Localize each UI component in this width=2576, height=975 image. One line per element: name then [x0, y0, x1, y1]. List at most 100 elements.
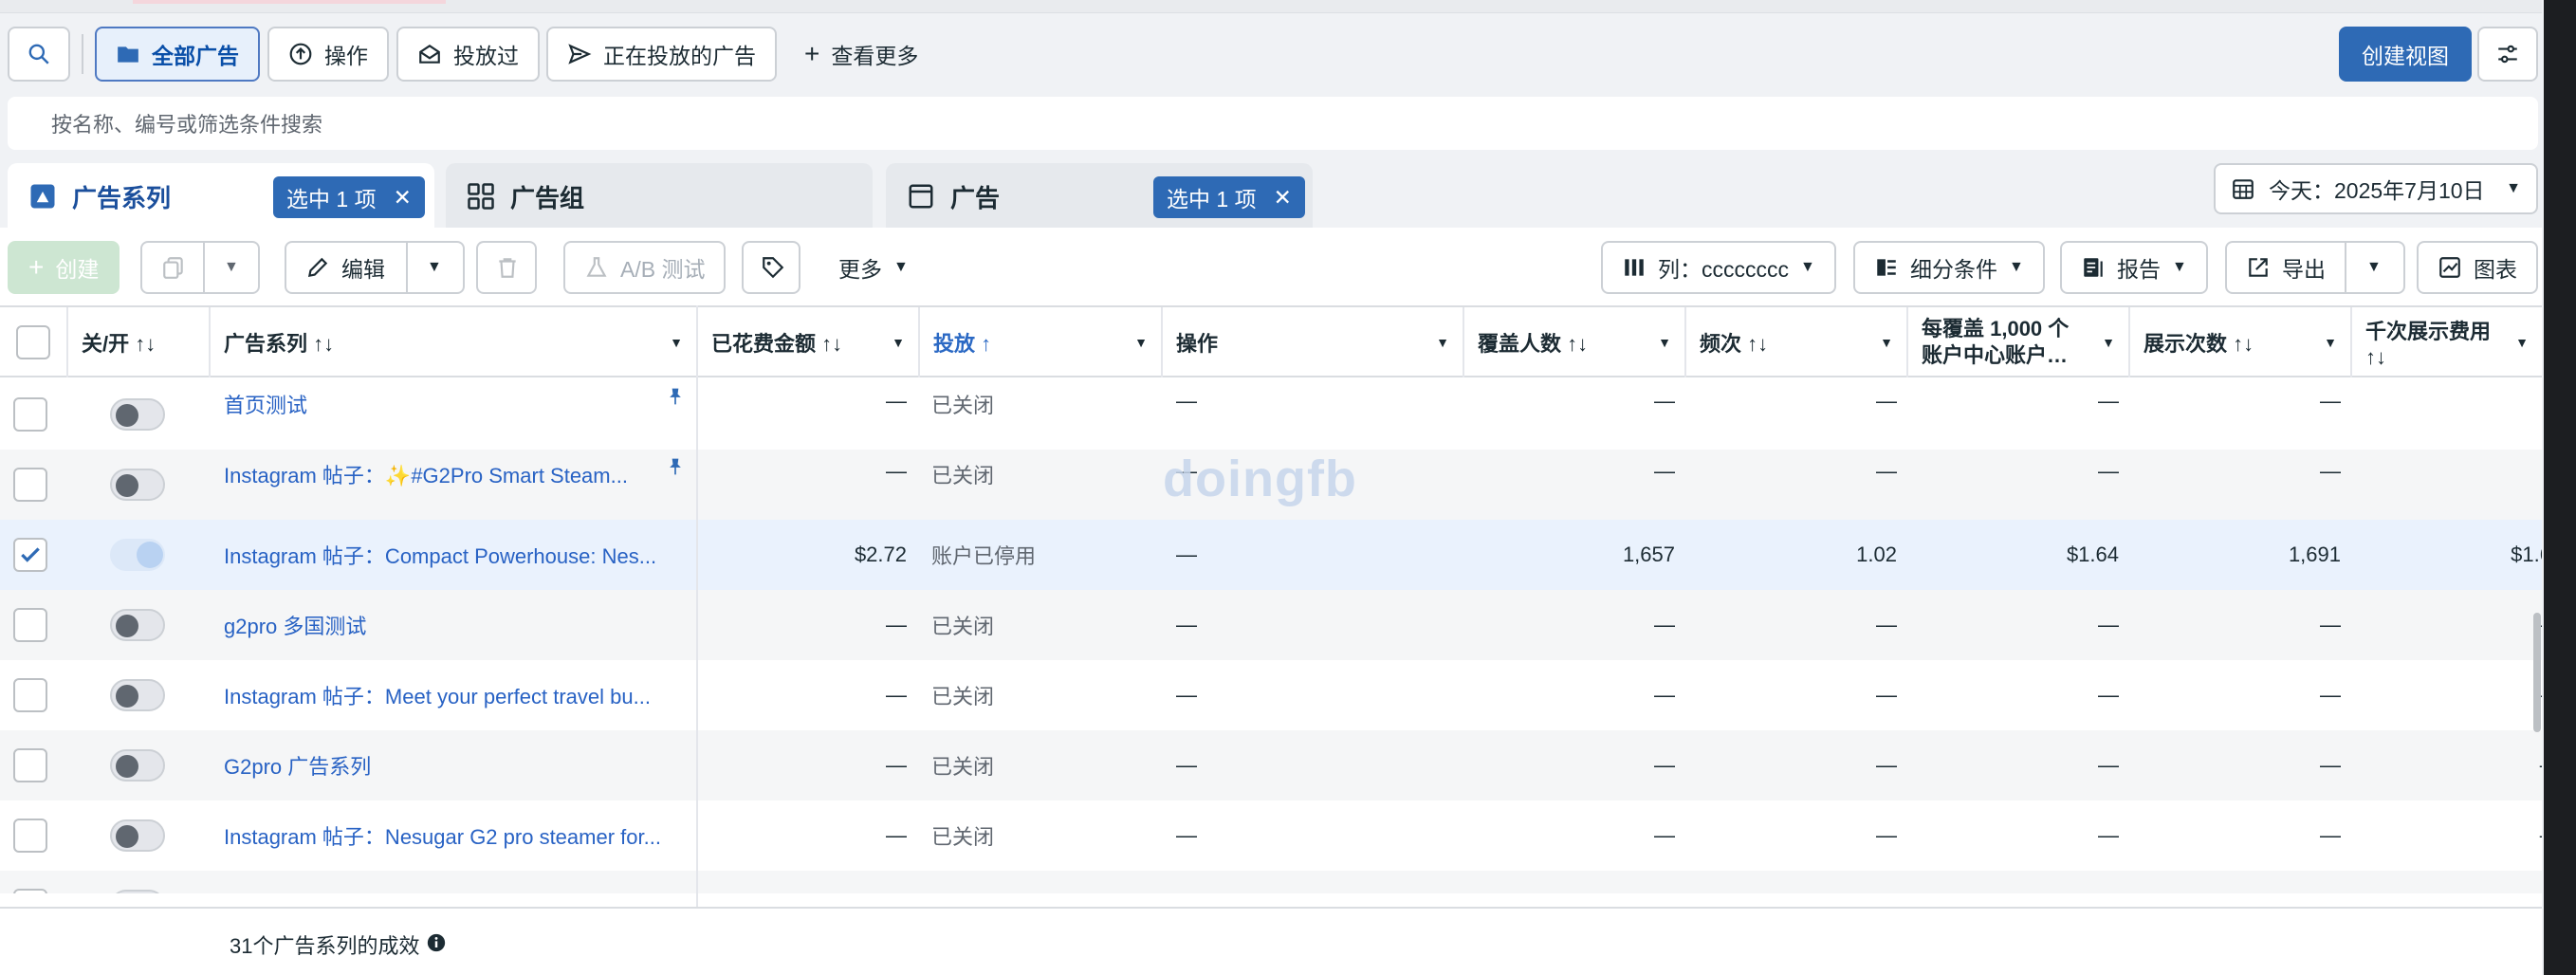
header-campaign[interactable]: 广告系列 ↑↓ ▼: [211, 307, 698, 377]
row-checkbox[interactable]: [13, 538, 47, 572]
see-more-button[interactable]: + 查看更多: [783, 27, 939, 82]
row-checkbox[interactable]: [13, 678, 47, 712]
clear-selection-icon[interactable]: ✕: [394, 185, 412, 211]
pin-icon[interactable]: [666, 450, 689, 520]
campaign-name-link[interactable]: G2pro 广告系列: [224, 730, 677, 800]
vertical-scrollbar[interactable]: [2533, 613, 2541, 732]
table-row[interactable]: Instagram 帖子：Meet your perfect travel bu…: [0, 660, 2542, 730]
row-checkbox[interactable]: [13, 608, 47, 642]
create-button[interactable]: + 创建: [8, 241, 120, 294]
export-dropdown[interactable]: ▼: [2345, 241, 2405, 294]
search-input[interactable]: 按名称、编号或筛选条件搜索: [8, 97, 2538, 150]
breakdown-button[interactable]: 细分条件 ▼: [1853, 241, 2045, 294]
toggle-knob: [116, 755, 138, 778]
tab-ads[interactable]: 广告 选中 1 项 ✕: [886, 163, 1313, 230]
reports-button[interactable]: 报告 ▼: [2060, 241, 2208, 294]
select-all-checkbox[interactable]: [16, 325, 50, 359]
create-view-button[interactable]: 创建视图: [2339, 27, 2472, 82]
table-row[interactable]: Instagram 帖子：The new Nesugar G2pro Glo..…: [0, 871, 2542, 893]
caret-down-icon[interactable]: ▼: [1436, 335, 1449, 350]
campaign-toggle[interactable]: [110, 890, 165, 893]
header-spent[interactable]: 已花费金额 ↑↓ ▼: [698, 307, 920, 377]
table-row[interactable]: G2pro 广告系列—已关闭—————–: [0, 730, 2542, 800]
delete-button[interactable]: [476, 241, 537, 294]
header-cost-per-reach[interactable]: 每覆盖 1,000 个 账户中心账户… ▼: [1908, 307, 2130, 377]
campaigns-selected-badge[interactable]: 选中 1 项 ✕: [273, 176, 425, 218]
row-checkbox[interactable]: [13, 468, 47, 502]
toggle-knob: [116, 825, 138, 848]
cell-impressions: —: [2320, 459, 2341, 483]
charts-button[interactable]: 图表: [2417, 241, 2538, 294]
campaign-name-link[interactable]: Instagram 帖子：The new Nesugar G2pro Glo..…: [224, 871, 677, 893]
delivered-button[interactable]: 投放过: [396, 27, 540, 82]
row-checkbox[interactable]: [13, 889, 47, 893]
row-toggle-cell: [110, 730, 176, 800]
campaign-name-link[interactable]: Instagram 帖子：✨#G2Pro Smart Steam...: [224, 450, 677, 520]
campaign-name-link[interactable]: g2pro 多国测试: [224, 590, 677, 660]
cell-spent: $2.72: [854, 543, 907, 566]
info-icon[interactable]: [427, 933, 446, 952]
columns-icon: [1625, 259, 1644, 276]
create-label: 创建: [55, 257, 100, 282]
running-ads-button[interactable]: 正在投放的广告: [546, 27, 777, 82]
header-toggle[interactable]: 关/开 ↑↓: [68, 307, 211, 377]
more-button[interactable]: 更多 ▼: [818, 241, 929, 294]
header-actions[interactable]: 操作 ▼: [1163, 307, 1464, 377]
row-checkbox[interactable]: [13, 397, 47, 432]
actions-button[interactable]: 操作: [267, 27, 389, 82]
header-impressions[interactable]: 展示次数 ↑↓ ▼: [2130, 307, 2352, 377]
footer-summary: 31个广告系列的成效: [230, 934, 420, 958]
caret-down-icon[interactable]: ▼: [892, 335, 905, 350]
header-frequency[interactable]: 频次 ↑↓ ▼: [1686, 307, 1908, 377]
cell-spent: —: [886, 683, 907, 707]
campaign-toggle[interactable]: [110, 609, 165, 641]
caret-down-icon[interactable]: ▼: [2324, 335, 2337, 350]
search-button[interactable]: [8, 27, 70, 82]
cell-frequency: 1.02: [1856, 543, 1897, 566]
campaign-toggle[interactable]: [110, 819, 165, 852]
table-row[interactable]: Instagram 帖子：Compact Powerhouse: Nes... $…: [0, 520, 2542, 590]
caret-down-icon[interactable]: ▼: [2102, 335, 2115, 350]
view-settings-button[interactable]: [2477, 27, 2538, 82]
campaign-name-link[interactable]: Instagram 帖子：Compact Powerhouse: Nes...: [224, 520, 677, 590]
toggle-knob: [137, 542, 163, 568]
header-delivery[interactable]: 投放 ↑ ▼: [920, 307, 1163, 377]
caret-down-icon[interactable]: ▼: [670, 335, 683, 350]
campaign-toggle[interactable]: [110, 398, 165, 431]
pin-icon[interactable]: [666, 379, 689, 450]
date-range-picker[interactable]: 今天：2025年7月10日 ▼: [2214, 163, 2538, 214]
caret-down-icon[interactable]: ▼: [1880, 335, 1893, 350]
clear-ads-selection-icon[interactable]: ✕: [1274, 185, 1292, 211]
row-checkbox[interactable]: [13, 819, 47, 853]
campaign-toggle[interactable]: [110, 539, 165, 571]
duplicate-dropdown[interactable]: ▼: [203, 241, 260, 294]
campaign-name-link[interactable]: Instagram 帖子：Meet your perfect travel bu…: [224, 660, 677, 730]
table-row[interactable]: 首页测试 — 已关闭 — — — — —: [0, 379, 2542, 450]
campaign-name-link[interactable]: Instagram 帖子：Nesugar G2 pro steamer for.…: [224, 800, 677, 871]
cell-impressions: 1,691: [2288, 543, 2341, 566]
header-reach[interactable]: 覆盖人数 ↑↓ ▼: [1464, 307, 1686, 377]
export-button[interactable]: 导出: [2225, 241, 2346, 294]
cell-actions: —: [1176, 683, 1197, 707]
table-row[interactable]: g2pro 多国测试—已关闭—————–: [0, 590, 2542, 660]
ads-selected-badge[interactable]: 选中 1 项 ✕: [1153, 176, 1305, 218]
tag-button[interactable]: [742, 241, 800, 294]
campaign-toggle[interactable]: [110, 749, 165, 782]
caret-down-icon[interactable]: ▼: [2515, 335, 2529, 350]
columns-button[interactable]: 列：cccccccc ▼: [1601, 241, 1836, 294]
header-cpm[interactable]: 千次展示费用 ↑↓ ▼: [2352, 307, 2542, 377]
tab-adsets[interactable]: 广告组: [446, 163, 873, 230]
tab-campaigns[interactable]: 广告系列 选中 1 项 ✕: [8, 163, 434, 230]
table-row[interactable]: Instagram 帖子：Nesugar G2 pro steamer for.…: [0, 800, 2542, 871]
caret-down-icon[interactable]: ▼: [1658, 335, 1671, 350]
all-ads-button[interactable]: 全部广告: [95, 27, 260, 82]
campaign-toggle[interactable]: [110, 679, 165, 711]
ab-test-button[interactable]: A/B 测试: [563, 241, 727, 294]
duplicate-button[interactable]: [140, 241, 205, 294]
edit-button[interactable]: 编辑: [285, 241, 408, 294]
edit-dropdown[interactable]: ▼: [406, 241, 465, 294]
campaign-name-link[interactable]: 首页测试: [224, 379, 677, 450]
campaign-toggle[interactable]: [110, 469, 165, 501]
row-checkbox[interactable]: [13, 748, 47, 782]
caret-down-icon[interactable]: ▼: [1134, 335, 1148, 350]
